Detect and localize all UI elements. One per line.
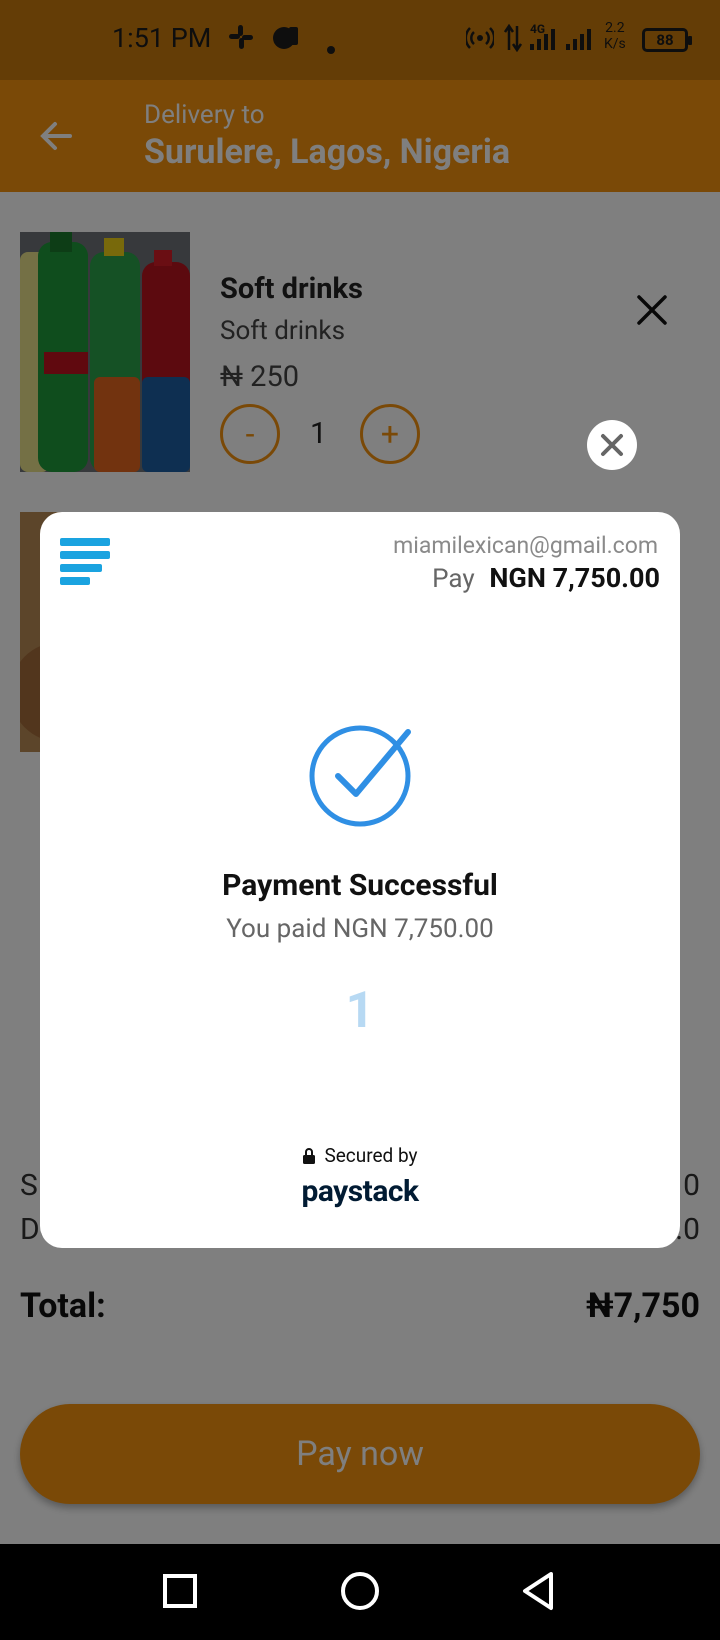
check-circle-icon (308, 724, 412, 828)
payment-success-subtitle: You paid NGN 7,750.00 (226, 914, 494, 944)
paystack-brand: paystack (301, 1174, 419, 1209)
payer-email: miamilexican@gmail.com (393, 532, 658, 559)
secured-by-label: Secured by (324, 1144, 418, 1167)
pay-amount: NGN 7,750.00 (489, 562, 660, 594)
home-circle-icon[interactable] (335, 1566, 385, 1616)
lock-icon (303, 1147, 316, 1164)
redirect-countdown: 1 (345, 982, 375, 1040)
paystack-logo-icon (60, 538, 112, 590)
pay-amount-line: Pay NGN 7,750.00 (432, 562, 660, 594)
secured-by-line: Secured by (40, 1144, 680, 1167)
payment-modal: miamilexican@gmail.com Pay NGN 7,750.00 … (40, 512, 680, 1248)
close-payment-modal-button[interactable] (587, 420, 637, 470)
close-icon (601, 434, 623, 456)
system-nav-bar (0, 1544, 720, 1640)
payment-success-title: Payment Successful (222, 868, 498, 903)
back-triangle-icon[interactable] (515, 1566, 565, 1616)
recent-apps-square-icon[interactable] (155, 1566, 205, 1616)
pay-label: Pay (432, 564, 475, 594)
